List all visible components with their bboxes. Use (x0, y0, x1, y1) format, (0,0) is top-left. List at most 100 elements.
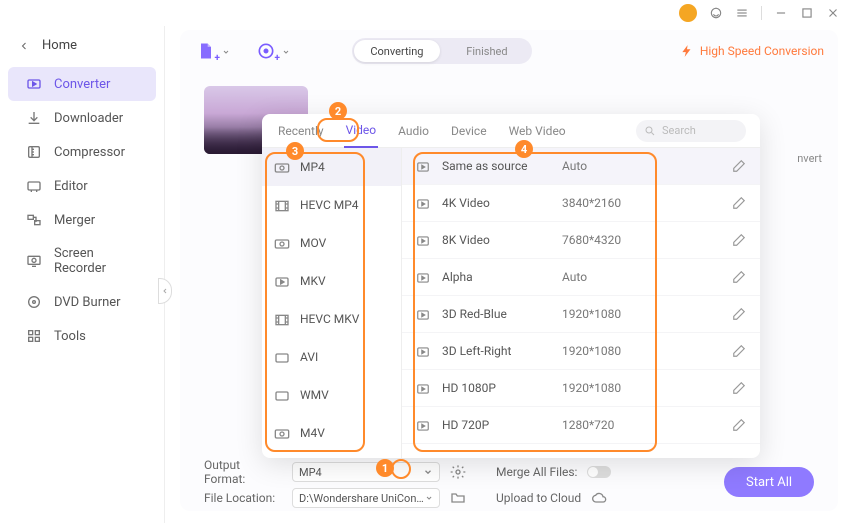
format-label: MKV (300, 274, 326, 288)
preset-name: 8K Video (442, 233, 562, 247)
add-file-button[interactable]: + (194, 40, 218, 62)
close-icon[interactable] (826, 6, 840, 20)
cloud-icon[interactable] (591, 490, 607, 506)
format-label: HEVC MP4 (300, 198, 359, 212)
format-item-m4v[interactable]: M4V (262, 414, 401, 452)
preset-item[interactable]: Same as sourceAuto (402, 148, 760, 185)
film-icon (274, 198, 290, 212)
edit-preset-icon[interactable] (732, 418, 746, 432)
format-list: MP4 HEVC MP4 MOV MKV HEVC MKV AVI WMV M4… (262, 148, 402, 458)
sidebar-item-label: Editor (54, 179, 88, 194)
format-item-avi[interactable]: AVI (262, 338, 401, 376)
preset-name: 3D Red-Blue (442, 307, 562, 321)
play-icon (416, 345, 430, 357)
edit-preset-icon[interactable] (732, 233, 746, 247)
preset-item[interactable]: HD 1080P1920*1080 (402, 370, 760, 407)
minimize-icon[interactable] (774, 6, 788, 20)
format-item-mkv[interactable]: MKV (262, 262, 401, 300)
chevron-down-icon (222, 48, 230, 56)
tab-audio[interactable]: Audio (396, 114, 431, 148)
video-icon (274, 236, 290, 250)
sidebar-item-label: DVD Burner (54, 295, 121, 310)
compress-icon (26, 144, 42, 160)
video-icon (274, 350, 290, 364)
preset-res: 7680*4320 (562, 233, 732, 247)
tab-web-video[interactable]: Web Video (507, 114, 568, 148)
open-folder-icon[interactable] (450, 490, 466, 506)
sidebar-item-label: Screen Recorder (54, 246, 138, 276)
sidebar-item-dvd-burner[interactable]: DVD Burner (8, 285, 156, 319)
format-item-mov[interactable]: MOV (262, 224, 401, 262)
sidebar-item-downloader[interactable]: Downloader (8, 101, 156, 135)
high-speed-button[interactable]: High Speed Conversion (680, 44, 824, 58)
sidebar-item-converter[interactable]: Converter (8, 67, 156, 101)
tab-device[interactable]: Device (449, 114, 489, 148)
search-icon (644, 125, 656, 137)
play-icon (416, 160, 430, 172)
edit-preset-icon[interactable] (732, 381, 746, 395)
status-toggle[interactable]: Converting Finished (352, 38, 532, 64)
play-icon (416, 197, 430, 209)
tab-video[interactable]: Video (344, 114, 379, 148)
output-format-select[interactable]: MP4 (292, 462, 440, 482)
sidebar-item-label: Downloader (54, 111, 123, 126)
preset-res: Auto (562, 159, 732, 173)
format-item-wmv[interactable]: WMV (262, 376, 401, 414)
sidebar-item-compressor[interactable]: Compressor (8, 135, 156, 169)
lightning-icon (680, 44, 694, 58)
converter-icon (26, 76, 42, 92)
sidebar-item-editor[interactable]: Editor (8, 169, 156, 203)
sidebar-item-merger[interactable]: Merger (8, 203, 156, 237)
play-icon (416, 308, 430, 320)
preset-item[interactable]: 3D Red-Blue1920*1080 (402, 296, 760, 333)
sidebar-item-tools[interactable]: Tools (8, 319, 156, 353)
edit-preset-icon[interactable] (732, 344, 746, 358)
preset-res: 1280*720 (562, 418, 732, 432)
preset-item[interactable]: 3D Left-Right1920*1080 (402, 333, 760, 370)
edit-preset-icon[interactable] (732, 196, 746, 210)
home-button[interactable]: Home (0, 30, 164, 67)
preset-item[interactable]: 8K Video7680*4320 (402, 222, 760, 259)
home-label: Home (42, 38, 77, 53)
support-icon[interactable] (709, 6, 723, 20)
settings-icon[interactable] (450, 464, 466, 480)
tab-finished[interactable]: Finished (442, 45, 532, 58)
play-icon (416, 271, 430, 283)
add-dvd-button[interactable]: + (254, 40, 278, 62)
format-label: MOV (300, 236, 326, 250)
annotation-marker-3: 3 (286, 142, 304, 160)
preset-name: 3D Left-Right (442, 344, 562, 358)
menu-icon[interactable] (735, 6, 749, 20)
chevron-left-icon (161, 287, 169, 295)
merge-switch[interactable] (587, 466, 611, 478)
sidebar-collapse-handle[interactable] (158, 278, 172, 304)
preset-item[interactable]: AlphaAuto (402, 259, 760, 296)
output-format-label: Output Format: (204, 458, 282, 486)
start-all-button[interactable]: Start All (724, 467, 814, 497)
download-icon (26, 110, 42, 126)
search-placeholder: Search (662, 124, 696, 137)
tab-converting[interactable]: Converting (352, 45, 442, 58)
avatar[interactable] (679, 4, 697, 22)
preset-item[interactable]: HD 720P1280*720 (402, 407, 760, 444)
chevron-left-icon (18, 40, 30, 52)
edit-preset-icon[interactable] (732, 270, 746, 284)
format-item-hevc-mkv[interactable]: HEVC MKV (262, 300, 401, 338)
video-icon (274, 160, 290, 174)
play-icon (416, 382, 430, 394)
search-input[interactable]: Search (636, 120, 746, 142)
sidebar-item-label: Compressor (54, 145, 125, 160)
preset-item[interactable]: 4K Video3840*2160 (402, 185, 760, 222)
format-item-hevc-mp4[interactable]: HEVC MP4 (262, 186, 401, 224)
tab-recently[interactable]: Recently (276, 114, 326, 148)
sidebar-item-screen-recorder[interactable]: Screen Recorder (8, 237, 156, 285)
sidebar-item-label: Converter (54, 77, 110, 92)
video-icon (274, 388, 290, 402)
maximize-icon[interactable] (800, 6, 814, 20)
file-location-select[interactable]: D:\Wondershare UniConverter 1 (292, 488, 440, 508)
convert-button-partial[interactable]: nvert (797, 152, 822, 165)
preset-res: 1920*1080 (562, 381, 732, 395)
format-item-mp4[interactable]: MP4 (262, 148, 401, 186)
edit-preset-icon[interactable] (732, 159, 746, 173)
edit-preset-icon[interactable] (732, 307, 746, 321)
